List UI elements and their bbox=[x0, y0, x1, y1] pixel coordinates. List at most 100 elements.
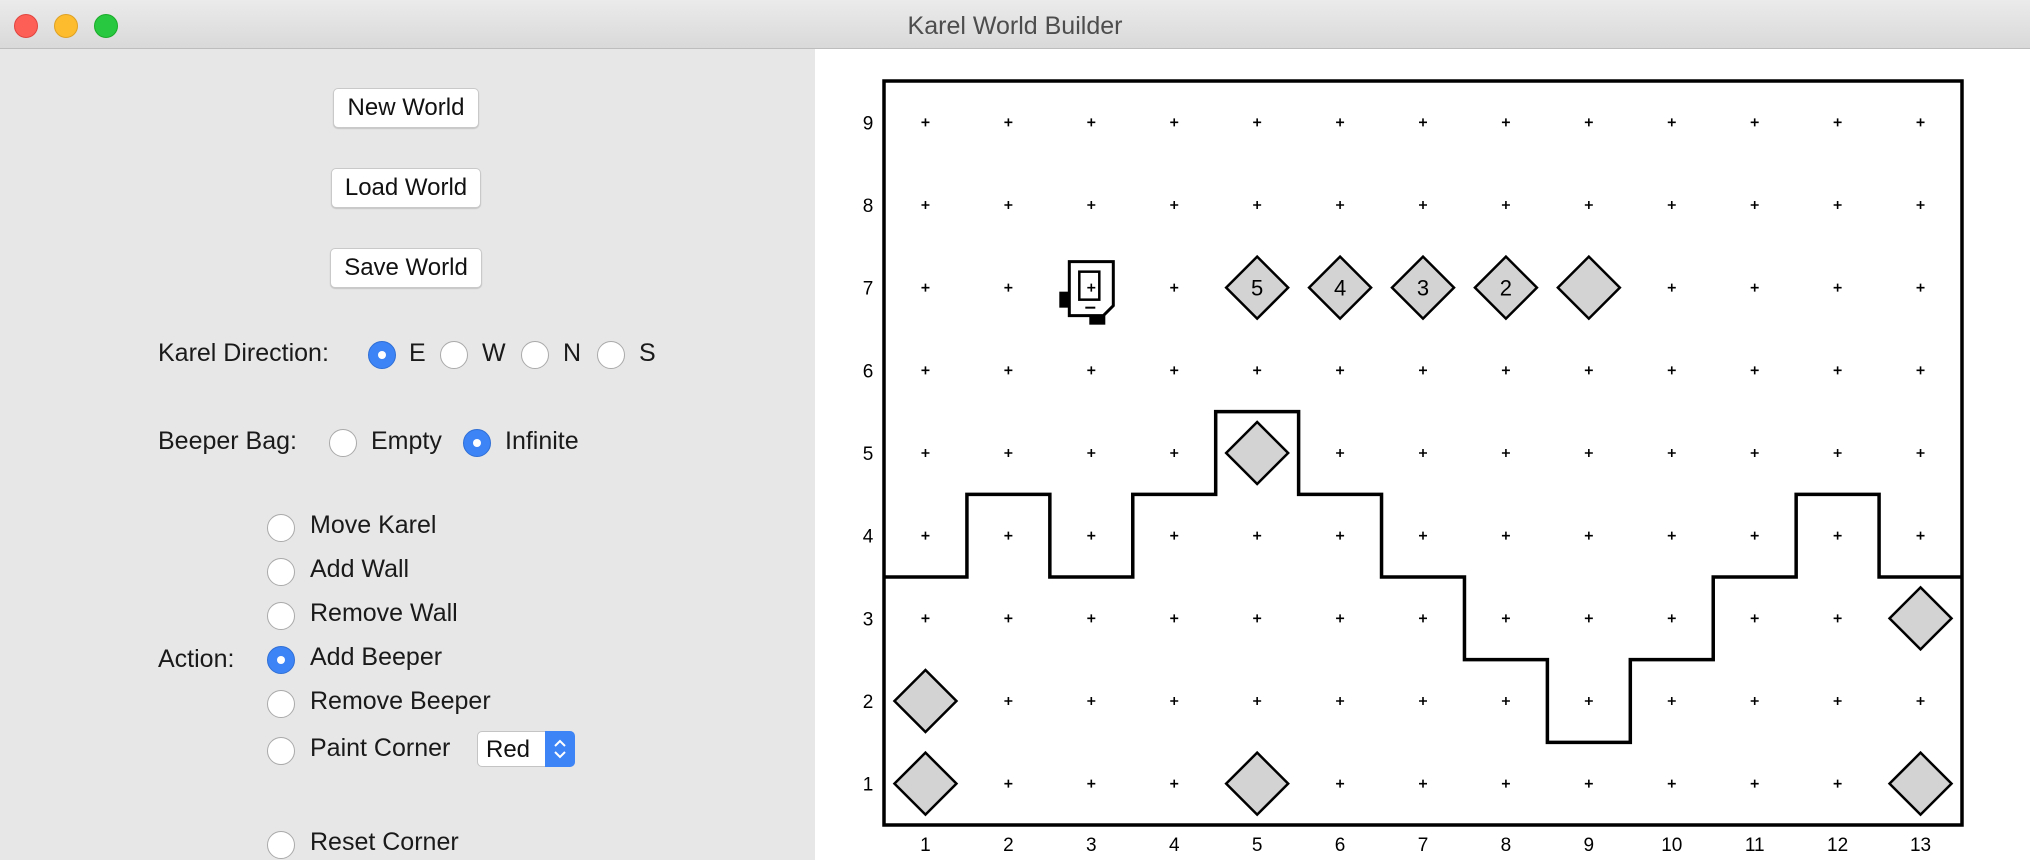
action-remove-wall-radio[interactable] bbox=[267, 602, 295, 630]
corner-dot bbox=[1584, 449, 1593, 457]
row-label: 5 bbox=[863, 444, 874, 465]
column-label: 9 bbox=[1584, 835, 1595, 856]
direction-n-label: N bbox=[563, 339, 582, 367]
beeper-bag-empty-label: Empty bbox=[371, 427, 442, 455]
corner-dot bbox=[1833, 531, 1842, 540]
corner-dot bbox=[1916, 449, 1925, 457]
corner-dot bbox=[1833, 283, 1842, 292]
corner-dot bbox=[1750, 366, 1759, 375]
action-move-karel-radio[interactable] bbox=[267, 514, 295, 542]
action-remove-beeper-radio[interactable] bbox=[267, 690, 295, 718]
corner-dot bbox=[1336, 614, 1345, 623]
corner-dot bbox=[1501, 697, 1510, 705]
control-panel: New World Load World Save World Karel Di… bbox=[0, 49, 815, 860]
corner-dot bbox=[1419, 531, 1427, 540]
beeper-icon bbox=[1224, 750, 1290, 817]
paint-color-select[interactable]: Red bbox=[477, 731, 575, 767]
direction-s-label: S bbox=[639, 339, 656, 367]
beeper-icon bbox=[892, 750, 959, 817]
corner-dot bbox=[1419, 697, 1427, 705]
corner-dot bbox=[1750, 449, 1759, 457]
column-label: 5 bbox=[1252, 835, 1263, 856]
corner-dot bbox=[1916, 201, 1925, 209]
beeper-bag-label: Beeper Bag: bbox=[158, 427, 297, 455]
world-canvas[interactable]: 1 2 3 4 5 6 7 8 9 10 11 12 13 1 2 3 4 5 6 7 8 9 5 4 3 2 bbox=[815, 49, 2030, 860]
corner-dot bbox=[1501, 614, 1510, 623]
beeper-count: 4 bbox=[1334, 276, 1346, 301]
save-world-button[interactable]: Save World bbox=[330, 248, 482, 288]
corner-dot bbox=[1004, 697, 1013, 705]
corner-dot bbox=[1667, 366, 1676, 375]
corner-dot bbox=[1253, 697, 1262, 705]
corner-dot bbox=[1584, 366, 1593, 375]
corner-dot bbox=[1087, 449, 1096, 457]
corner-dot bbox=[1833, 118, 1842, 127]
corner-dot bbox=[1004, 366, 1013, 375]
column-label: 3 bbox=[1086, 835, 1097, 856]
karel-world-grid[interactable]: 1 2 3 4 5 6 7 8 9 10 11 12 131234567895 4 3 2 bbox=[815, 49, 2030, 860]
action-add-wall-radio[interactable] bbox=[267, 558, 295, 586]
row-label: 6 bbox=[863, 361, 874, 382]
corner-dot bbox=[921, 449, 930, 457]
action-paint-corner-radio[interactable] bbox=[267, 737, 295, 765]
corner-dot bbox=[1501, 201, 1510, 209]
corner-dot bbox=[1336, 449, 1345, 457]
corner-dot bbox=[1584, 531, 1593, 540]
corner-dot bbox=[1170, 697, 1179, 705]
corner-dot bbox=[1170, 531, 1179, 540]
corner-dot bbox=[921, 283, 930, 292]
karel-direction-label: Karel Direction: bbox=[158, 339, 329, 367]
corner-dot bbox=[1750, 697, 1759, 705]
corner-dot bbox=[1667, 531, 1676, 540]
corner-dot bbox=[1170, 283, 1179, 292]
beeper-bag-infinite-label: Infinite bbox=[505, 427, 579, 455]
direction-e-radio[interactable] bbox=[368, 341, 396, 369]
row-label: 8 bbox=[863, 196, 874, 217]
corner-dot bbox=[1667, 697, 1676, 705]
corner-dot bbox=[1336, 201, 1345, 209]
corner-dot bbox=[1833, 449, 1842, 457]
corner-dot bbox=[1419, 118, 1427, 127]
corner-dot bbox=[1170, 118, 1179, 127]
corner-dot bbox=[1584, 697, 1593, 705]
direction-w-label: W bbox=[482, 339, 506, 367]
corner-dot bbox=[1004, 779, 1013, 788]
beeper-icon bbox=[1887, 585, 1954, 652]
corner-dot bbox=[921, 201, 930, 209]
load-world-button[interactable]: Load World bbox=[331, 168, 481, 208]
direction-n-radio[interactable] bbox=[521, 341, 549, 369]
corner-dot bbox=[1667, 118, 1676, 127]
corner-dot bbox=[1087, 697, 1096, 705]
corner-dot bbox=[1750, 531, 1759, 540]
beeper-bag-infinite-radio[interactable] bbox=[463, 429, 491, 457]
corner-dot bbox=[1667, 779, 1676, 788]
corner-dot bbox=[1170, 779, 1179, 788]
corner-dot bbox=[1087, 118, 1096, 127]
direction-s-radio[interactable] bbox=[597, 341, 625, 369]
beeper-bag-empty-radio[interactable] bbox=[329, 429, 357, 457]
corner-dot bbox=[1253, 614, 1262, 623]
direction-w-radio[interactable] bbox=[440, 341, 468, 369]
action-remove-wall-label: Remove Wall bbox=[310, 599, 458, 627]
corner-dot bbox=[1916, 283, 1925, 292]
beeper-count: 2 bbox=[1500, 276, 1512, 301]
action-paint-corner-label: Paint Corner bbox=[310, 734, 451, 762]
corner-dot bbox=[1336, 531, 1345, 540]
column-label: 10 bbox=[1661, 835, 1682, 856]
beeper-icon bbox=[1887, 750, 1954, 817]
corner-dot bbox=[1419, 201, 1427, 209]
row-label: 7 bbox=[863, 279, 874, 300]
title-bar: Karel World Builder bbox=[0, 0, 2030, 49]
new-world-button[interactable]: New World bbox=[333, 88, 479, 128]
corner-dot bbox=[1336, 697, 1345, 705]
corner-dot bbox=[1667, 201, 1676, 209]
row-label: 3 bbox=[863, 609, 874, 630]
action-reset-corner-radio[interactable] bbox=[267, 831, 295, 859]
action-add-beeper-radio[interactable] bbox=[267, 646, 295, 674]
corner-dot bbox=[1584, 118, 1593, 127]
corner-dot bbox=[1833, 779, 1842, 788]
corner-dot bbox=[1501, 531, 1510, 540]
corner-dot bbox=[1170, 366, 1179, 375]
karel-robot-icon[interactable] bbox=[1059, 260, 1115, 325]
corner-dot bbox=[1916, 531, 1925, 540]
